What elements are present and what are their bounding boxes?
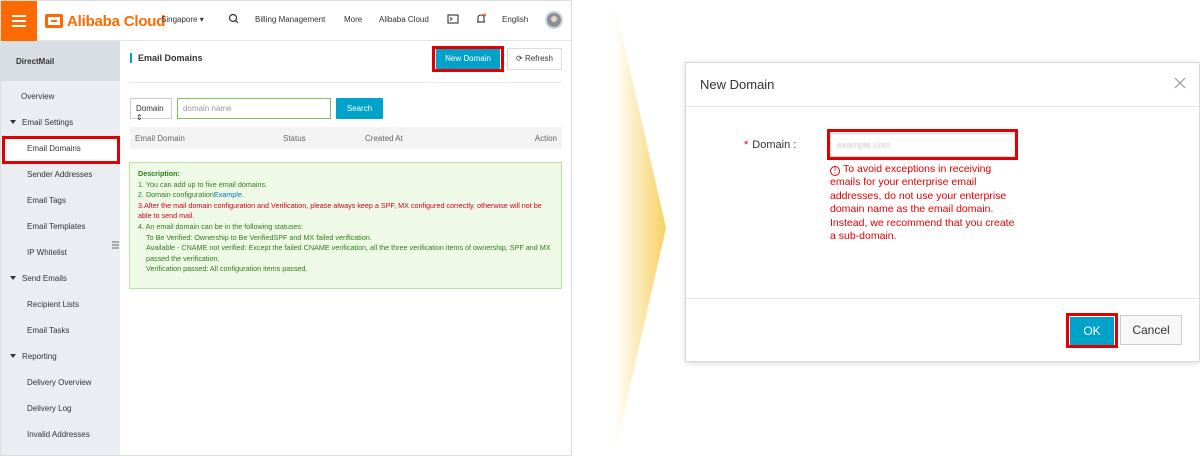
screenshot-canvas: Alibaba Cloud Singapore ▾ Billing Manage… — [0, 0, 1200, 456]
top-navigation-bar: Alibaba Cloud Singapore ▾ Billing Manage… — [1, 1, 571, 41]
sidebar-item-invalid-addresses[interactable]: Invalid Addresses — [27, 430, 90, 439]
refresh-button[interactable]: ⟳ Refresh — [507, 48, 562, 70]
sidebar-item-delivery-overview[interactable]: Delivery Overview — [27, 378, 91, 387]
refresh-icon: ⟳ — [516, 54, 523, 63]
description-line-3: 3.After the mail domain configuration an… — [138, 200, 542, 221]
column-action: Action — [534, 134, 557, 143]
sidebar-item-sender-addresses[interactable]: Sender Addresses — [27, 170, 92, 179]
highlight-domain-input — [827, 129, 1018, 160]
description-line-2: 2. Domain configurationExample. — [138, 190, 244, 200]
billing-management-link[interactable]: Billing Management — [255, 15, 325, 24]
alibaba-cloud-link[interactable]: Alibaba Cloud — [379, 15, 429, 24]
description-heading: Description: — [138, 169, 180, 178]
more-menu[interactable]: More — [344, 15, 362, 24]
sidebar-item-delivery-log[interactable]: Delivery Log — [27, 404, 71, 413]
sidebar-collapse-icon[interactable] — [111, 239, 120, 251]
page-title: Email Domains — [130, 53, 203, 63]
language-selector[interactable]: English — [502, 15, 528, 24]
menu-icon[interactable] — [1, 1, 37, 41]
sidebar-group-send-emails[interactable]: Send Emails — [10, 274, 67, 283]
close-icon[interactable] — [1172, 75, 1188, 91]
description-panel: Description: 1. You can add up to five e… — [129, 162, 562, 289]
sidebar-item-recipient-lists[interactable]: Recipient Lists — [27, 300, 79, 309]
terminal-icon[interactable] — [446, 12, 460, 26]
dialog-header-divider — [686, 106, 1199, 107]
warning-icon: ! — [830, 166, 840, 176]
column-status: Status — [283, 134, 306, 143]
domain-label: * Domain : — [744, 139, 797, 151]
sidebar-item-email-templates[interactable]: Email Templates — [27, 222, 86, 231]
dialog-title: New Domain — [700, 77, 775, 92]
highlight-email-domains — [2, 136, 120, 164]
region-selector[interactable]: Singapore ▾ — [161, 15, 204, 24]
highlight-ok-button — [1066, 313, 1118, 348]
description-line-4: 4. An email domain can be in the followi… — [138, 221, 304, 231]
status-to-be-verified: To Be Verified: Ownership to Be Verified… — [146, 232, 372, 242]
alibaba-cloud-logo[interactable]: Alibaba Cloud — [45, 11, 165, 31]
search-icon[interactable] — [227, 12, 241, 26]
sidebar-item-email-tags[interactable]: Email Tags — [27, 196, 66, 205]
description-line-1: 1. You can add up to five email domains. — [138, 179, 268, 189]
sidebar-item-ip-whitelist[interactable]: IP Whitelist — [27, 248, 67, 257]
example-link[interactable]: Example. — [214, 190, 244, 199]
domain-error-message: ! To avoid exceptions in receiving emails… — [830, 163, 1015, 243]
column-email-domain: Email Domain — [135, 134, 185, 143]
main-content: Email Domains New Domain ⟳ Refresh Domai… — [120, 41, 571, 455]
status-verification-passed: Verification passed: All configuration i… — [146, 264, 308, 274]
transition-arrow-icon — [614, 0, 666, 456]
sidebar: DirectMail Overview Email Settings Email… — [1, 41, 120, 455]
header-divider — [130, 82, 562, 83]
sidebar-group-reporting[interactable]: Reporting — [10, 352, 57, 361]
sidebar-item-email-tasks[interactable]: Email Tasks — [27, 326, 70, 335]
console-window: Alibaba Cloud Singapore ▾ Billing Manage… — [0, 0, 572, 456]
column-created-at: Created At — [365, 134, 403, 143]
cancel-button[interactable]: Cancel — [1120, 315, 1182, 345]
alibaba-cloud-logo-icon — [45, 14, 63, 28]
search-button[interactable]: Search — [336, 98, 383, 119]
highlight-new-domain-button — [432, 46, 504, 72]
domain-name-search-input[interactable]: domain name — [177, 98, 331, 119]
status-available: Available - CNAME not verified: Except t… — [146, 243, 551, 263]
table-header: Email Domain Status Created At Action — [130, 127, 562, 149]
notification-bell-icon[interactable] — [474, 12, 488, 26]
new-domain-dialog: New Domain * Domain : example.com ! To avo… — [685, 62, 1200, 362]
user-avatar[interactable] — [545, 11, 563, 29]
domain-filter-select[interactable]: Domain ⇕ — [130, 98, 172, 122]
dialog-footer-divider — [686, 298, 1199, 299]
brand-name: Alibaba Cloud — [67, 12, 166, 30]
sidebar-group-email-settings[interactable]: Email Settings — [10, 118, 73, 127]
sidebar-item-overview[interactable]: Overview — [21, 92, 54, 101]
sidebar-title: DirectMail — [1, 41, 120, 81]
